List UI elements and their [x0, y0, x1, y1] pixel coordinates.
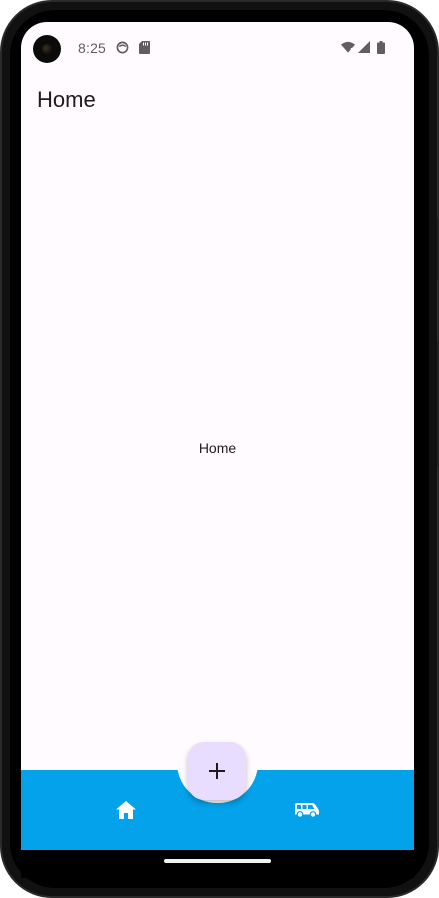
- front-camera: [33, 35, 61, 63]
- add-button[interactable]: [188, 742, 246, 800]
- plus-icon: [209, 763, 225, 779]
- signal-icon: [357, 40, 371, 54]
- wifi-icon: [341, 40, 355, 54]
- nav-home-button[interactable]: [110, 794, 142, 826]
- nav-van-button[interactable]: [291, 794, 323, 826]
- home-icon: [116, 801, 136, 819]
- face-notification-icon: [115, 40, 129, 54]
- status-time: 8:25: [78, 40, 107, 56]
- sd-card-icon: [137, 40, 151, 54]
- battery-icon: [374, 40, 388, 54]
- navigation-bar-area: [21, 850, 414, 878]
- app-screen: 8:25 Home Home: [21, 22, 414, 850]
- van-icon: [295, 803, 319, 818]
- page-title: Home: [37, 87, 96, 112]
- home-content-text: Home: [198, 440, 237, 456]
- home-gesture-indicator[interactable]: [164, 859, 271, 863]
- status-bar: 8:25: [21, 22, 414, 74]
